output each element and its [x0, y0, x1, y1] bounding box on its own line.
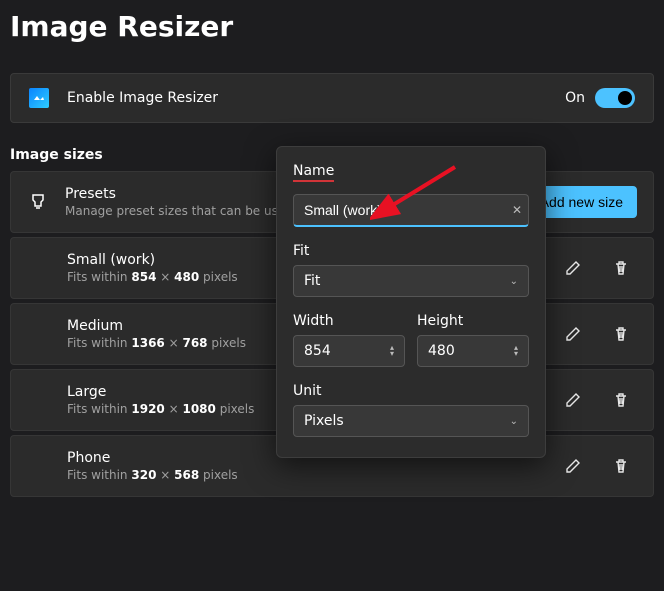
delete-icon[interactable]	[611, 258, 631, 278]
page-title: Image Resizer	[0, 0, 664, 43]
unit-select[interactable]: Pixels ⌄	[293, 405, 529, 437]
fit-value: Fit	[304, 273, 320, 289]
width-input[interactable]: 854 ▴▾	[293, 335, 405, 367]
stepper-icon[interactable]: ▴▾	[514, 345, 518, 357]
delete-icon[interactable]	[611, 324, 631, 344]
name-input-wrap: ✕	[293, 194, 529, 227]
edit-size-dialog: Name ✕ Fit Fit ⌄ Width 854 ▴▾ Height 480…	[276, 146, 546, 458]
fit-label: Fit	[293, 243, 529, 259]
unit-label: Unit	[293, 383, 529, 399]
enable-panel: Enable Image Resizer On	[10, 73, 654, 123]
enable-label: Enable Image Resizer	[67, 90, 565, 106]
toggle-state-text: On	[565, 90, 585, 106]
edit-icon[interactable]	[563, 324, 583, 344]
height-label: Height	[417, 313, 529, 329]
presets-icon	[27, 191, 49, 213]
height-value: 480	[428, 343, 455, 359]
enable-toggle[interactable]	[595, 88, 635, 108]
delete-icon[interactable]	[611, 456, 631, 476]
edit-icon[interactable]	[563, 390, 583, 410]
size-desc: Fits within 320 × 568 pixels	[67, 468, 563, 482]
delete-icon[interactable]	[611, 390, 631, 410]
fit-select[interactable]: Fit ⌄	[293, 265, 529, 297]
unit-value: Pixels	[304, 413, 344, 429]
height-input[interactable]: 480 ▴▾	[417, 335, 529, 367]
image-resizer-icon	[29, 88, 49, 108]
chevron-down-icon: ⌄	[510, 416, 518, 427]
width-value: 854	[304, 343, 331, 359]
edit-icon[interactable]	[563, 456, 583, 476]
clear-name-icon[interactable]: ✕	[512, 203, 522, 217]
width-label: Width	[293, 313, 405, 329]
edit-icon[interactable]	[563, 258, 583, 278]
stepper-icon[interactable]: ▴▾	[390, 345, 394, 357]
name-label: Name	[293, 163, 334, 182]
name-input[interactable]	[294, 195, 528, 225]
chevron-down-icon: ⌄	[510, 276, 518, 287]
